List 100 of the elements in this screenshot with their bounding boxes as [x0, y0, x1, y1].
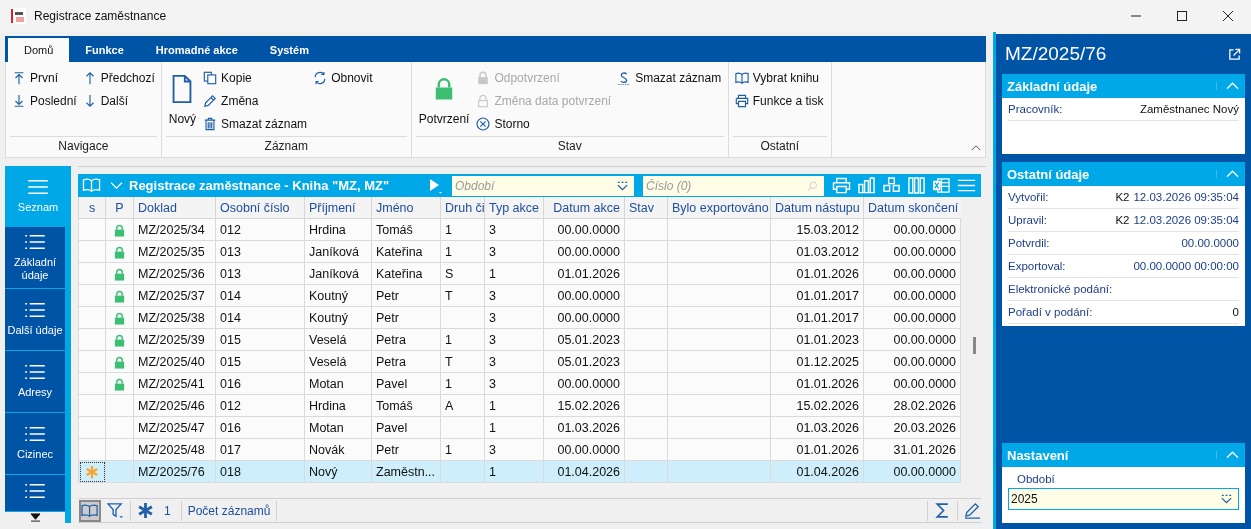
search-icon[interactable] [806, 180, 819, 191]
dropdown-icon[interactable] [1220, 494, 1233, 504]
column-header[interactable]: Doklad [133, 197, 216, 219]
ribbon-button[interactable]: Nový [165, 66, 200, 134]
table-cell: Zaměstn... [376, 464, 436, 479]
nav-item[interactable]: Adresy [5, 351, 65, 412]
sum-icon[interactable] [934, 502, 951, 519]
printer-icon [734, 93, 749, 108]
table-row[interactable]: MZ/2025/34 012 Hrdina Tomáš 1 3 00.00.0000 15.03.2012 00.00.0000 [78, 218, 961, 241]
column-header[interactable]: Bylo exportováno [667, 197, 771, 219]
table-cell: 015 [220, 332, 241, 347]
table-cell: Veselá [309, 332, 347, 347]
ribbon-button[interactable]: První [10, 66, 79, 89]
column-header[interactable]: Typ akce [484, 197, 544, 219]
table-cell: Koutný [309, 310, 348, 325]
menu-icon[interactable] [957, 177, 976, 194]
table-cell: 3 [489, 244, 496, 259]
ribbon-button[interactable]: Předchozí [80, 66, 157, 89]
table-row[interactable]: MZ/2025/40 015 Veselá Petra T 3 05.01.2023 01.12.2025 00.00.0000 [78, 350, 961, 373]
ribbon-tab[interactable]: Hromadné akce [139, 38, 254, 62]
play-icon[interactable] [429, 177, 443, 194]
number-field[interactable]: Číslo (0) [643, 175, 806, 196]
table-row[interactable]: MZ/2025/37 014 Koutný Petr T 3 00.00.0000 01.01.2017 00.00.0000 [78, 284, 961, 307]
period-field[interactable]: Období [452, 175, 616, 196]
ribbon-tab[interactable]: Funkce [69, 38, 140, 62]
field-value: 00.00.0000 00:00:00 [1133, 260, 1239, 272]
column-header[interactable]: Jméno [371, 197, 441, 219]
filter-icon[interactable] [107, 502, 124, 519]
ribbon-tab[interactable]: Systém [253, 38, 325, 62]
bar-chart-icon[interactable] [857, 177, 876, 194]
table-row[interactable]: MZ/2025/35 013 Janíková Kateřina 1 3 00.00.0000 01.03.2012 00.00.0000 [78, 240, 961, 263]
column-header[interactable]: Druh či [440, 197, 485, 219]
ribbon-button[interactable]: Storno [474, 112, 614, 135]
collapse-icon[interactable] [971, 144, 981, 151]
nav-item[interactable]: Další údaje [5, 289, 65, 350]
column-header[interactable]: Datum akce [543, 197, 625, 219]
record-count-link[interactable]: Počet záznamů [187, 503, 271, 518]
table-cell: 01.04.2026 [557, 464, 620, 479]
column-header[interactable]: Datum skončení [863, 197, 961, 219]
table-cell: 01.03.2012 [796, 244, 859, 259]
ribbon-button[interactable]: Další [80, 89, 157, 112]
nav-item[interactable]: Základní údaje [5, 227, 65, 288]
columns-icon[interactable] [907, 177, 926, 194]
period-combo[interactable]: 2025 [1008, 488, 1239, 510]
table-cell: MZ/2025/40 [138, 354, 205, 369]
lock-icon [476, 70, 491, 85]
ribbon-button[interactable]: Funkce a tisk [732, 89, 826, 112]
table-cell: MZ/2025/38 [138, 310, 205, 325]
table-row[interactable]: MZ/2025/36 013 Janíková Kateřina S 1 01.01.2026 01.01.2026 00.00.0000 [78, 262, 961, 285]
table-cell: 013 [220, 266, 241, 281]
chevron-down-icon[interactable] [110, 181, 123, 190]
asterisk-icon[interactable] [137, 502, 154, 519]
ribbon-button[interactable]: Kopie [201, 66, 310, 89]
window-title: Registrace zaměstnance [34, 9, 167, 23]
ribbon-tab[interactable]: Domů [8, 38, 70, 62]
column-header[interactable]: s [78, 197, 106, 219]
spreadsheet-icon[interactable] [932, 177, 951, 194]
table-cell: 15.02.2026 [796, 398, 859, 413]
table-row[interactable]: MZ/2025/76 018 Nový Zaměstn... 1 01.04.2026 01.04.2026 00.00.0000 [78, 460, 961, 483]
cubes-icon[interactable] [882, 177, 901, 194]
table-cell: Pavel [376, 376, 408, 391]
field-label: Upravil: [1008, 214, 1047, 226]
book-button[interactable] [79, 499, 101, 522]
dropdown-icon[interactable] [616, 180, 629, 191]
table-row[interactable]: MZ/2025/48 017 Novák Petr 1 3 00.00.0000 01.01.2026 31.01.2026 [78, 438, 961, 461]
table-row[interactable]: MZ/2025/41 016 Motan Pavel 1 3 00.00.0000 01.01.2026 00.00.0000 [78, 372, 961, 395]
column-header[interactable]: P [105, 197, 134, 219]
ribbon-button[interactable]: Potvrzení [415, 66, 473, 134]
grid-title: Registrace zaměstnance - Kniha "MZ, MZ" [129, 178, 391, 193]
refresh-icon [313, 70, 328, 85]
printer-icon[interactable] [832, 177, 851, 194]
ribbon-button[interactable]: Změna [201, 89, 310, 112]
field-label: Pořadí v podání: [1008, 306, 1093, 318]
pencil-icon [203, 93, 218, 108]
scrollbar-thumb[interactable] [973, 337, 976, 354]
column-header[interactable]: Příjmení [304, 197, 372, 219]
table-cell: 3 [489, 376, 496, 391]
ribbon-button[interactable]: Poslední [10, 89, 79, 112]
table-cell: Tomáš [376, 222, 413, 237]
field-label: Potvrdil: [1008, 237, 1050, 249]
popout-icon[interactable] [1228, 47, 1241, 61]
table-row[interactable]: MZ/2025/38 014 Koutný Petr 3 00.00.0000 01.01.2017 00.00.0000 [78, 306, 961, 329]
scroll-down-icon[interactable] [29, 513, 41, 522]
pencil-icon[interactable] [964, 502, 981, 519]
ribbon-button[interactable]: Smazat záznam [615, 66, 724, 89]
ribbon-button[interactable]: Obnovit [311, 66, 375, 89]
ribbon-button[interactable]: Vybrat knihu [732, 66, 826, 89]
column-header[interactable]: Stav [624, 197, 668, 219]
column-header[interactable]: Datum nástupu [770, 197, 864, 219]
group-label: Záznam [165, 136, 407, 157]
table-row[interactable]: MZ/2025/39 015 Veselá Petra 1 3 05.01.2023 01.01.2023 00.00.0000 [78, 328, 961, 351]
table-row[interactable]: MZ/2025/47 016 Motan Pavel 1 01.03.2026 01.03.2026 20.03.2026 [78, 416, 961, 439]
ribbon-button[interactable]: Smazat záznam [201, 112, 310, 135]
table-cell: 018 [220, 464, 241, 479]
nav-item[interactable]: Cizinec [5, 413, 65, 474]
book-icon[interactable] [82, 177, 102, 194]
table-cell: Motan [309, 420, 344, 435]
column-header[interactable]: Osobní číslo [215, 197, 305, 219]
table-row[interactable]: MZ/2025/46 012 Hrdina Tomáš A 1 15.02.2026 15.02.2026 28.02.2026 [78, 394, 961, 417]
table-cell: 3 [489, 354, 496, 369]
